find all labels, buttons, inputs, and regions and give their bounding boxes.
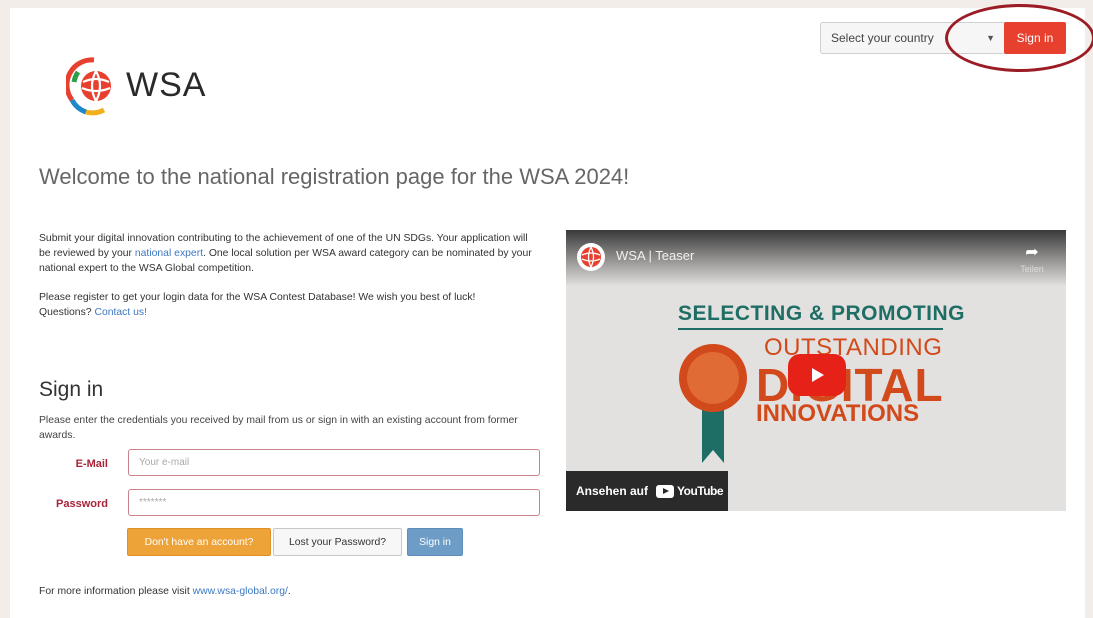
page: WSA Select your country ▼ Sign in Welcom… xyxy=(10,8,1085,618)
password-value: ******* xyxy=(139,497,167,508)
video-headline-selecting: SELECTING & PROMOTING xyxy=(678,302,966,325)
signin-heading: Sign in xyxy=(39,378,104,401)
lost-password-button[interactable]: Lost your Password? xyxy=(273,528,402,556)
watch-on-youtube-link[interactable]: Ansehen auf YouTube xyxy=(566,471,728,511)
national-expert-link[interactable]: national expert xyxy=(135,248,203,259)
video-embed[interactable]: WSA | Teaser ➦ Teilen SELECTING & PROMOT… xyxy=(566,230,1066,511)
password-field[interactable]: ******* xyxy=(128,489,540,516)
signin-description: Please enter the credentials you receive… xyxy=(39,415,518,441)
country-select-value: Select your country xyxy=(831,31,934,45)
video-headline-innovations: INNOVATIONS xyxy=(756,400,920,427)
caret-down-icon: ▼ xyxy=(986,33,995,43)
share-arrow-icon: ➦ xyxy=(1025,244,1039,261)
watch-on-label: Ansehen auf xyxy=(576,484,649,498)
wsa-global-link[interactable]: www.wsa-global.org/ xyxy=(193,586,288,597)
wsa-logo[interactable]: WSA xyxy=(66,52,206,118)
contact-us-link[interactable]: Contact us! xyxy=(94,307,147,318)
share-label: Teilen xyxy=(1020,264,1044,274)
share-button[interactable]: ➦ Teilen xyxy=(1012,242,1052,274)
page-title: Welcome to the national registration pag… xyxy=(39,164,630,189)
award-ribbon-icon xyxy=(679,344,747,463)
video-title[interactable]: WSA | Teaser xyxy=(616,248,694,263)
channel-avatar-icon[interactable] xyxy=(576,242,606,272)
logo-wordmark: WSA xyxy=(126,65,207,104)
register-button[interactable]: Don't have an account? xyxy=(127,528,271,556)
globe-logo-icon xyxy=(66,57,111,116)
header-signin-button[interactable]: Sign in xyxy=(1004,22,1066,54)
video-divider xyxy=(678,328,943,330)
intro-paragraph-1: Submit your digital innovation contribut… xyxy=(39,233,532,274)
intro-paragraph-2: Please register to get your login data f… xyxy=(39,292,476,318)
youtube-icon xyxy=(656,484,675,498)
signin-submit-button[interactable]: Sign in xyxy=(407,528,463,556)
country-select[interactable]: Select your country ▼ xyxy=(820,22,1006,54)
password-label: Password xyxy=(56,498,108,510)
play-triangle-icon xyxy=(812,368,824,382)
email-placeholder: Your e-mail xyxy=(139,457,190,468)
email-label: E-Mail xyxy=(75,458,108,470)
play-button-icon[interactable] xyxy=(788,354,846,396)
youtube-wordmark: YouTube xyxy=(677,484,724,498)
intro-text: Submit your digital innovation contribut… xyxy=(39,231,539,334)
email-field[interactable]: Your e-mail xyxy=(128,449,540,476)
footer-info: For more information please visit www.ws… xyxy=(39,586,291,597)
